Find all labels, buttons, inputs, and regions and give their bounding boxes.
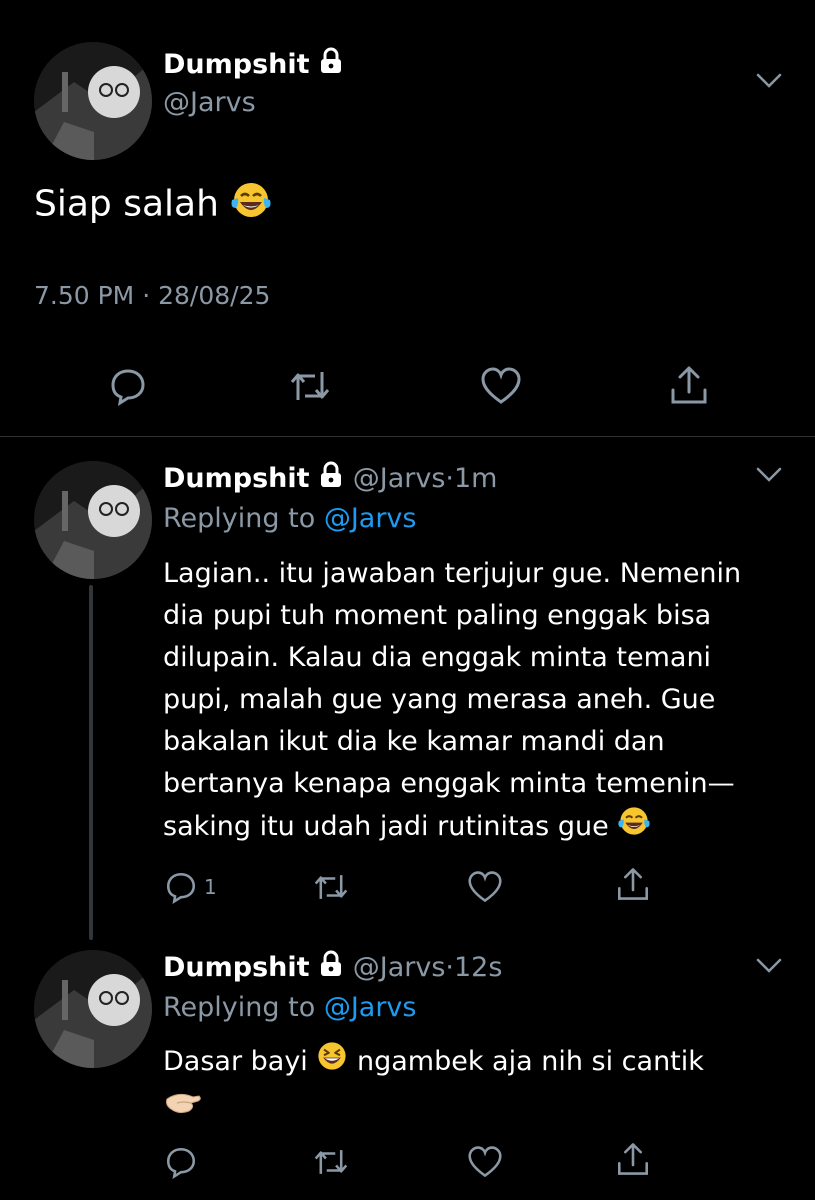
reply-icon: [166, 1147, 196, 1179]
thread-line: [89, 585, 93, 940]
reply-button[interactable]: 1: [164, 870, 217, 904]
replying-to: Replying to @Jarvs: [163, 502, 416, 536]
like-icon: [468, 871, 502, 903]
reply-text-line: Dasar bayi ngambek aja nih si cantik: [163, 1040, 704, 1085]
timestamp: 7.50 PM · 28/08/25: [34, 280, 270, 312]
like-icon: [468, 1146, 502, 1178]
reply-text-part: ngambek aja nih si cantik: [356, 1046, 704, 1077]
handle[interactable]: @Jarvs: [163, 86, 256, 120]
handle[interactable]: @Jarvs: [353, 952, 446, 983]
reply-icon: [111, 369, 145, 406]
lock-icon: [318, 950, 344, 987]
reply-age: 1m: [454, 463, 498, 494]
replying-handle-link[interactable]: @Jarvs: [324, 992, 417, 1023]
reply-header: Dumpshit @Jarvs·1m: [163, 461, 497, 498]
separator: ·: [445, 952, 454, 983]
replying-prefix: Replying to: [163, 503, 316, 534]
replying-handle-link[interactable]: @Jarvs: [324, 503, 417, 534]
retweet-button[interactable]: [313, 1145, 349, 1179]
laughing-tears-emoji: [617, 805, 651, 850]
chevron-down-icon[interactable]: [755, 72, 783, 94]
tweet-time: 7.50 PM: [34, 281, 135, 310]
retweet-icon: [290, 372, 330, 400]
reply-count: 1: [204, 875, 217, 899]
reply-button[interactable]: [108, 366, 148, 406]
display-name[interactable]: Dumpshit: [163, 463, 310, 494]
reply-text-part: Dasar bayi: [163, 1046, 308, 1077]
display-name[interactable]: Dumpshit: [163, 49, 310, 80]
reply-header: Dumpshit @Jarvs·12s: [163, 950, 502, 987]
reply-text-last-line: saking itu udah jadi rutinitas gue: [163, 805, 741, 850]
like-icon: [481, 367, 521, 404]
chevron-down-icon[interactable]: [755, 466, 783, 488]
separator: ·: [142, 281, 151, 310]
replying-prefix: Replying to: [163, 992, 316, 1023]
like-button[interactable]: [467, 1145, 503, 1179]
avatar[interactable]: [34, 461, 152, 579]
share-button[interactable]: [615, 1141, 651, 1177]
author-name-row: Dumpshit: [163, 47, 344, 84]
reply-text-line: dilupain. Kalau dia enggak minta temani: [163, 642, 712, 673]
tweet-text-content: Siap salah: [34, 183, 219, 225]
avatar[interactable]: [34, 950, 152, 1068]
retweet-button[interactable]: [313, 870, 349, 904]
reply-text-line: pupi, malah gue yang merasa aneh. Gue: [163, 684, 716, 715]
retweet-icon: [314, 875, 348, 899]
reply-text: Dasar bayi ngambek aja nih si cantik: [163, 1040, 704, 1132]
reply-text: Lagian.. itu jawaban terjujur gue. Nemen…: [163, 553, 741, 850]
reply-text-line: saking itu udah jadi rutinitas gue: [163, 811, 609, 842]
laughing-tears-emoji: [230, 180, 272, 231]
tweet-date: 28/08/25: [158, 281, 271, 310]
replying-to: Replying to @Jarvs: [163, 991, 416, 1025]
share-icon: [618, 868, 648, 900]
separator: ·: [445, 463, 454, 494]
retweet-button[interactable]: [289, 366, 331, 406]
avatar[interactable]: [34, 42, 152, 160]
share-icon: [618, 1143, 648, 1175]
lock-icon: [318, 461, 344, 498]
display-name[interactable]: Dumpshit: [163, 952, 310, 983]
like-button[interactable]: [467, 870, 503, 904]
share-icon: [671, 366, 707, 404]
divider: [0, 436, 815, 437]
retweet-icon: [314, 1150, 348, 1174]
pinching-hand-emoji: [163, 1085, 704, 1132]
share-button[interactable]: [668, 364, 710, 406]
reply-text-line: Lagian.. itu jawaban terjujur gue. Nemen…: [163, 558, 742, 589]
handle[interactable]: @Jarvs: [353, 463, 446, 494]
reply-text-line: bertanya kenapa enggak minta temenin—: [163, 768, 735, 799]
reply-icon: [166, 872, 196, 904]
tweet-text: Siap salah: [34, 180, 272, 231]
grinning-squint-emoji: [316, 1040, 348, 1085]
reply-button[interactable]: [164, 1145, 198, 1179]
reply-text-line: bakalan ikut dia ke kamar mandi dan: [163, 726, 665, 757]
share-button[interactable]: [615, 866, 651, 902]
lock-icon: [318, 47, 344, 84]
like-button[interactable]: [480, 366, 522, 406]
reply-text-line: dia pupi tuh moment paling enggak bisa: [163, 600, 712, 631]
chevron-down-icon[interactable]: [755, 957, 783, 979]
reply-age: 12s: [454, 952, 503, 983]
